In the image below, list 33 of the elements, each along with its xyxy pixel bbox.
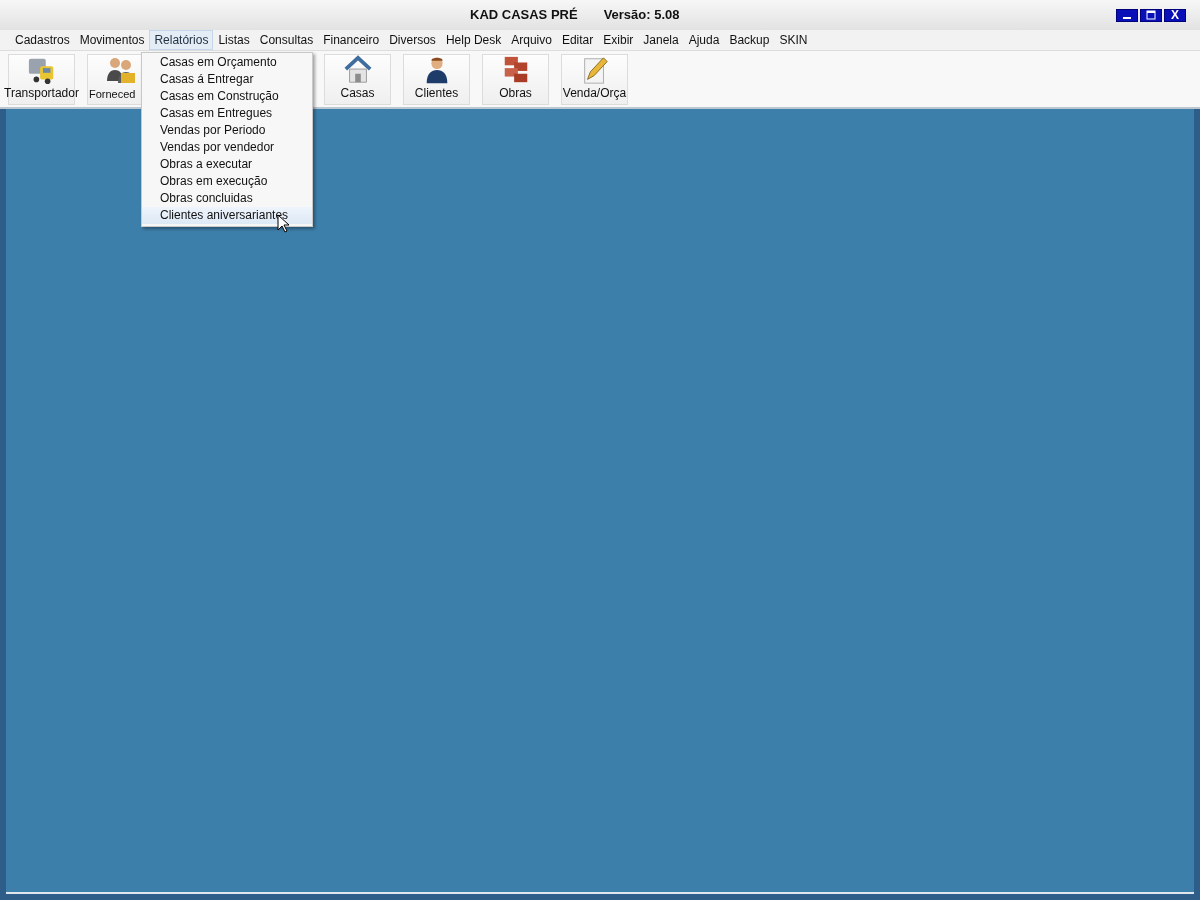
toolbar-button[interactable]: Clientes — [403, 53, 470, 105]
window-title: KAD CASAS PRÉ — [470, 7, 578, 22]
version-label: Versão: 5.08 — [603, 7, 680, 22]
dropdown-item[interactable]: Obras concluidas — [142, 190, 312, 207]
minimize-icon — [1123, 17, 1131, 19]
menu-item[interactable]: Backup — [724, 30, 775, 50]
dropdown-item[interactable]: Vendas por Periodo — [142, 122, 312, 139]
menu-item[interactable]: Listas — [213, 30, 255, 50]
menu-item[interactable]: Exibir — [598, 30, 639, 50]
menu-item[interactable]: Movimentos — [74, 30, 150, 50]
minimize-button[interactable] — [1116, 8, 1138, 22]
dropdown-item[interactable]: Obras a executar — [142, 156, 312, 173]
close-button[interactable]: X — [1164, 8, 1186, 22]
menu-item[interactable]: Ajuda — [683, 30, 725, 50]
dropdown-item[interactable]: Clientes aniversariantes — [142, 207, 312, 224]
dropdown-item[interactable]: Vendas por vendedor — [142, 139, 312, 156]
menu-item[interactable]: Arquivo — [506, 30, 557, 50]
toolbar-button[interactable]: Casas — [324, 53, 391, 105]
maximize-icon — [1146, 10, 1156, 20]
dropdown-item[interactable]: Obras em execução — [142, 173, 312, 190]
menu-item[interactable]: SKIN — [774, 30, 813, 50]
menu-item[interactable]: Editar — [556, 30, 599, 50]
menu-item[interactable]: Financeiro — [318, 30, 385, 50]
menu-item[interactable]: Consultas — [254, 30, 319, 50]
menu-item[interactable]: Janela — [638, 30, 684, 50]
toolbar-button[interactable]: Obras — [482, 53, 549, 105]
menu-item[interactable]: Help Desk — [440, 30, 507, 50]
maximize-button[interactable] — [1140, 8, 1162, 22]
toolbar-button[interactable]: Venda/Orça — [561, 53, 628, 105]
menu-item[interactable]: Cadastros — [10, 30, 75, 50]
menu-item[interactable]: Relatórios — [149, 30, 214, 50]
dropdown-item[interactable]: Casas em Entregues — [142, 105, 312, 122]
menu-item[interactable]: Diversos — [384, 30, 441, 50]
